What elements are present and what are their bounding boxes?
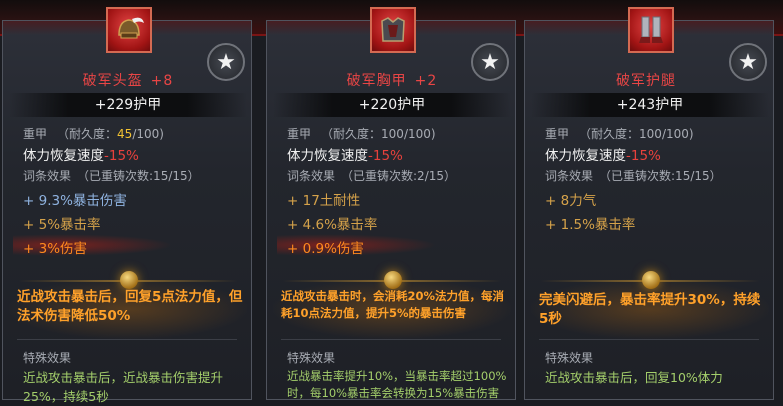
durability-label: （耐久度： [57, 127, 118, 141]
durability-label: （耐久度： [321, 127, 382, 141]
armor-label: 护甲 [655, 97, 684, 113]
durability-label: （耐久度： [579, 127, 640, 141]
affix-line: + 9.3%暴击伤害 [23, 193, 127, 209]
reforge-count: （已重铸次数:15/15） [77, 169, 200, 183]
stamina-stat: 体力恢复速度-15% [287, 144, 403, 164]
special-effect: 近战攻击暴击后，回复10%体力 [545, 370, 723, 385]
affix-line: + 8力气 [545, 193, 597, 209]
star-icon[interactable]: ★ [471, 43, 509, 81]
stat-label: 体力恢复速度 [545, 148, 626, 164]
affix-header: 词条效果 （已重铸次数:15/15） [23, 167, 200, 184]
armor-type: 重甲 [23, 127, 48, 141]
armor-value: +229 [94, 97, 134, 113]
affix-line: + 1.5%暴击率 [545, 217, 636, 233]
star-icon[interactable]: ★ [729, 43, 767, 81]
item-tooltip-panel: ★ 破军胸甲 +2 +220护甲 重甲 （耐久度：100/100) 体力恢复速度-15% 词条… [266, 7, 516, 400]
item-name: 破军头盔 [82, 73, 143, 89]
durability-current: 45 [117, 127, 133, 141]
armor-value: +220 [358, 97, 398, 113]
reforge-count: （已重铸次数:15/15） [599, 169, 722, 183]
item-tooltip-panel: ★ 破军护腿 +243护甲 重甲 （耐久度：100/100) 体力恢复速度-15% 词条效果… [524, 7, 774, 400]
legendary-effect: 近战攻击暴击后，回复5点法力值，但法术伤害降低50% [17, 289, 243, 324]
item-name: 破军胸甲 [346, 73, 407, 89]
special-effect-label: 特殊效果 [23, 351, 72, 365]
armor-type: 重甲 [545, 127, 570, 141]
helmet-icon[interactable] [106, 7, 152, 53]
leg-armor-icon[interactable] [628, 7, 674, 53]
chestplate-icon[interactable] [370, 7, 416, 53]
durability-max: /100) [132, 127, 164, 141]
special-effect: 近战暴击率提升10%，当暴击率超过100%时，每10%暴击率会转换为15%暴击伤… [287, 369, 507, 400]
durability-row: 重甲 （耐久度：45/100) [23, 125, 164, 142]
section-divider [281, 339, 501, 340]
affix-line: + 3%伤害 [23, 241, 88, 257]
special-effect-label: 特殊效果 [287, 351, 336, 365]
item-tooltip-panel: ★ 破军头盔 +8 +229护甲重甲 （耐久度：45/100) 体力恢复速度-15% 词条效… [2, 7, 252, 404]
affix-line: + 17土耐性 [287, 193, 361, 209]
durability-max: /100) [661, 127, 694, 141]
section-divider [17, 339, 237, 340]
armor-label: 护甲 [397, 97, 426, 113]
stat-value: -15% [104, 148, 139, 164]
armor-label: 护甲 [133, 97, 162, 113]
durability-max: /100) [403, 127, 436, 141]
stat-label: 体力恢复速度 [23, 148, 104, 164]
section-divider [539, 339, 759, 340]
special-effect-label: 特殊效果 [545, 351, 594, 365]
affix-header: 词条效果 （已重铸次数:2/15） [287, 167, 456, 184]
star-icon[interactable]: ★ [207, 43, 245, 81]
affix-label: 词条效果 [23, 169, 72, 183]
legendary-effect: 完美闪避后，暴击率提升30%，持续5秒 [539, 292, 761, 327]
affix-header: 词条效果 （已重铸次数:15/15） [545, 167, 722, 184]
item-name: 破军护腿 [616, 73, 676, 89]
legendary-effect: 近战攻击暴击时，会消耗20%法力值，每消耗10点法力值，提升5%的暴击伤害 [281, 289, 505, 320]
armor-row: +220护甲 [273, 93, 511, 117]
armor-type: 重甲 [287, 127, 312, 141]
enhance-level: +8 [150, 73, 174, 89]
stamina-stat: 体力恢复速度-15% [545, 144, 661, 164]
durability-current: 100 [381, 127, 404, 141]
armor-value: +243 [616, 97, 656, 113]
affix-line: + 0.9%伤害 [287, 241, 364, 257]
armor-row: +243护甲 [531, 93, 769, 117]
stat-value: -15% [368, 148, 403, 164]
affix-label: 词条效果 [545, 169, 594, 183]
durability-current: 100 [639, 127, 662, 141]
special-effect: 近战攻击暴击后，近战暴击伤害提升25%，持续5秒 [23, 370, 224, 404]
stamina-stat: 体力恢复速度-15% [23, 144, 139, 164]
stat-label: 体力恢复速度 [287, 148, 368, 164]
affix-line: + 4.6%暴击率 [287, 217, 378, 233]
enhance-level: +2 [414, 73, 438, 89]
affix-line: + 5%暴击率 [23, 217, 101, 233]
stat-value: -15% [626, 148, 661, 164]
durability-row: 重甲 （耐久度：100/100) [545, 125, 694, 142]
affix-label: 词条效果 [287, 169, 336, 183]
armor-row: +229护甲 [9, 93, 247, 117]
durability-row: 重甲 （耐久度：100/100) [287, 125, 436, 142]
reforge-count: （已重铸次数:2/15） [341, 169, 457, 183]
